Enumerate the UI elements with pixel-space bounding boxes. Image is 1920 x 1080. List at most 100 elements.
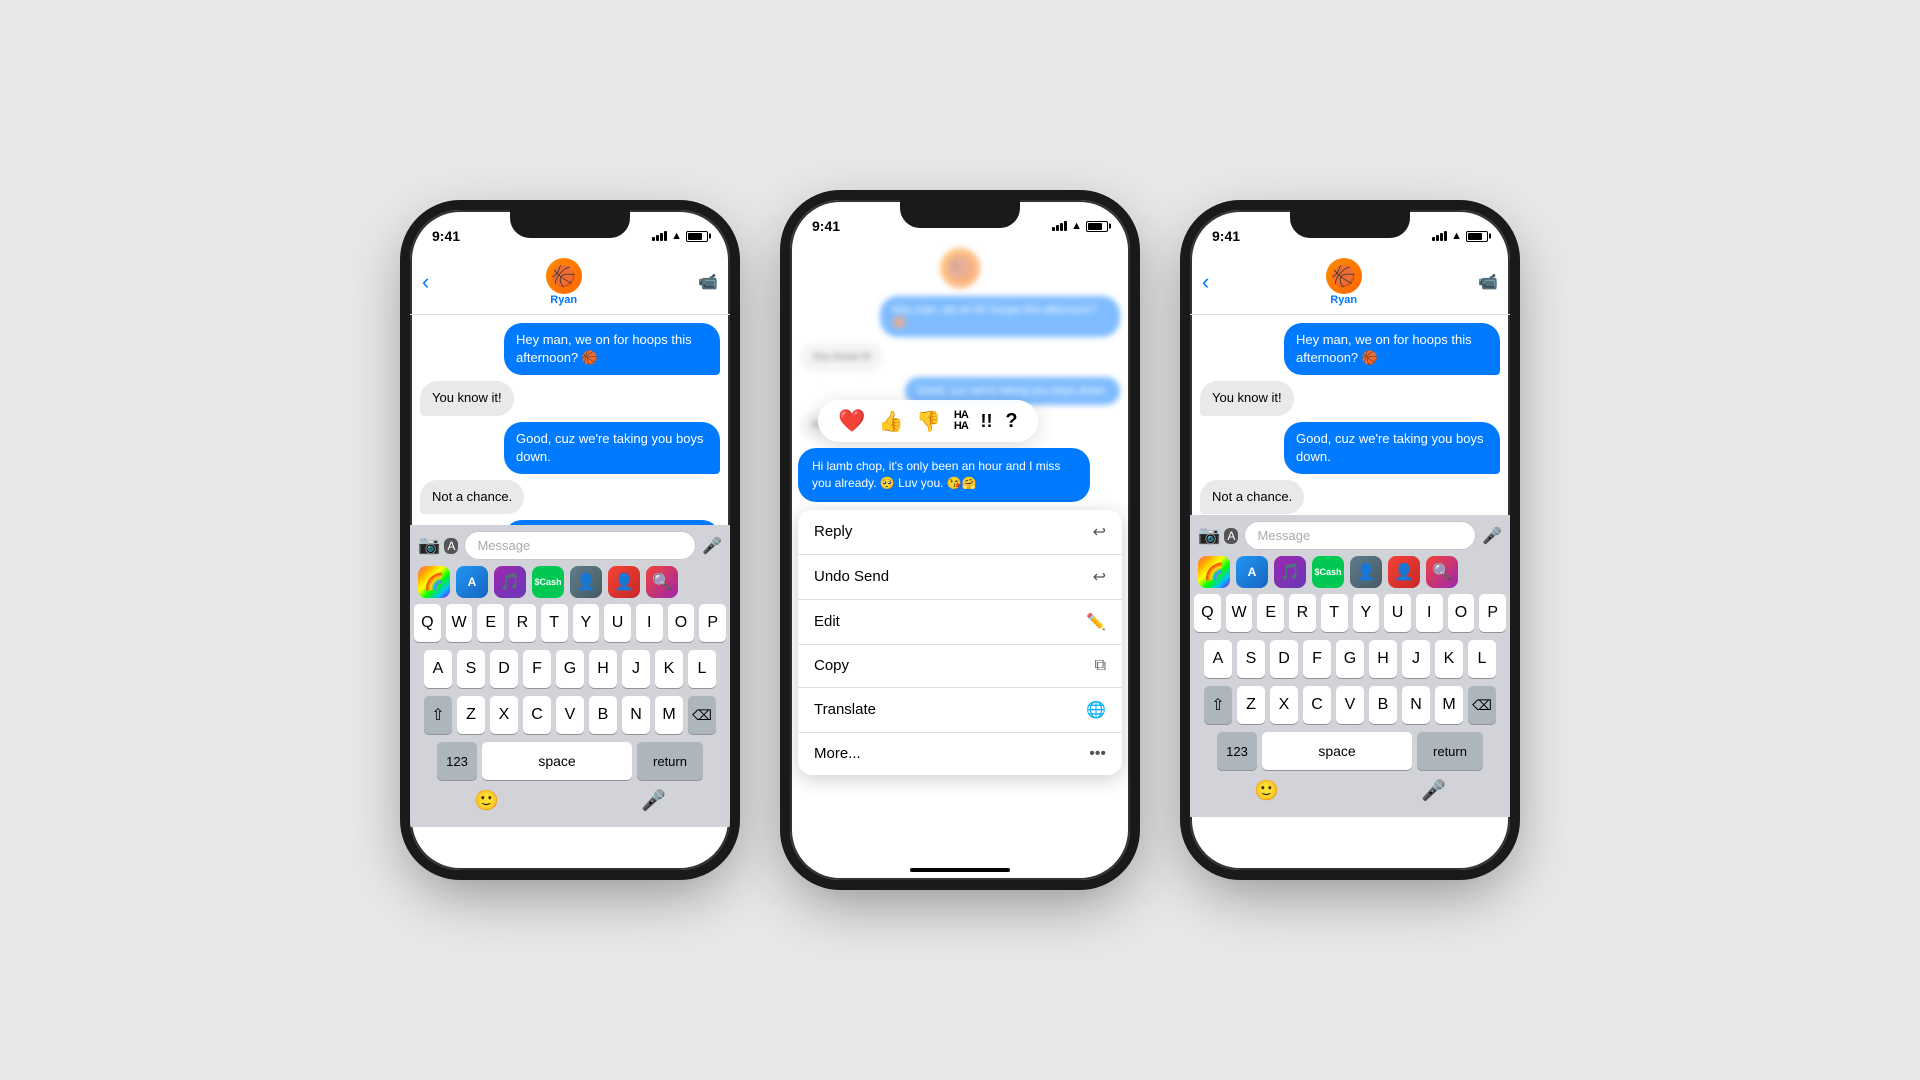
key-p-r[interactable]: P	[1479, 594, 1506, 632]
contact-name-right[interactable]: Ryan	[1330, 294, 1357, 306]
cash-icon-left[interactable]: $Cash	[532, 566, 564, 598]
key-v[interactable]: V	[556, 696, 584, 734]
emoji-icon-right[interactable]: 🙂	[1254, 778, 1279, 803]
key-space-right[interactable]: space	[1262, 732, 1412, 770]
key-del-left[interactable]: ⌫	[688, 696, 716, 734]
apps-icon-left[interactable]: A	[444, 538, 458, 554]
key-123-left[interactable]: 123	[437, 742, 477, 780]
key-s-r[interactable]: S	[1237, 640, 1265, 678]
mic-bottom-left[interactable]: 🎤	[641, 788, 666, 813]
key-y[interactable]: Y	[573, 604, 600, 642]
key-e-r[interactable]: E	[1257, 594, 1284, 632]
key-a-r[interactable]: A	[1204, 640, 1232, 678]
key-b-r[interactable]: B	[1369, 686, 1397, 724]
key-l-r[interactable]: L	[1468, 640, 1496, 678]
contact-icon-right[interactable]: 👤	[1350, 556, 1382, 588]
mic-icon-right[interactable]: 🎤	[1482, 526, 1502, 546]
key-m[interactable]: M	[655, 696, 683, 734]
key-n[interactable]: N	[622, 696, 650, 734]
audio-icon-left[interactable]: 🎵	[494, 566, 526, 598]
menu-item-undo[interactable]: Undo Send ↩	[798, 555, 1122, 600]
mic-bottom-right[interactable]: 🎤	[1421, 778, 1446, 803]
key-z-r[interactable]: Z	[1237, 686, 1265, 724]
key-i[interactable]: I	[636, 604, 663, 642]
key-b[interactable]: B	[589, 696, 617, 734]
mic-icon-left[interactable]: 🎤	[702, 536, 722, 556]
key-return-right[interactable]: return	[1417, 732, 1483, 770]
key-y-r[interactable]: Y	[1353, 594, 1380, 632]
key-s[interactable]: S	[457, 650, 485, 688]
key-m-r[interactable]: M	[1435, 686, 1463, 724]
key-123-right[interactable]: 123	[1217, 732, 1257, 770]
reaction-question[interactable]: ?	[1005, 410, 1017, 433]
key-q[interactable]: Q	[414, 604, 441, 642]
reaction-heart[interactable]: ❤️	[838, 408, 865, 434]
contact2-icon-left[interactable]: 👤	[608, 566, 640, 598]
apps-icon-right[interactable]: A	[1224, 528, 1238, 544]
key-j[interactable]: J	[622, 650, 650, 688]
camera-icon-right[interactable]: 📷	[1198, 525, 1220, 546]
emoji-icon-left[interactable]: 🙂	[474, 788, 499, 813]
audio-icon-right[interactable]: 🎵	[1274, 556, 1306, 588]
reaction-thumbsup[interactable]: 👍	[879, 409, 904, 434]
key-del-right[interactable]: ⌫	[1468, 686, 1496, 724]
video-button-left[interactable]: 📹	[698, 272, 718, 292]
contact-name-left[interactable]: Ryan	[550, 294, 577, 306]
key-z[interactable]: Z	[457, 696, 485, 734]
menu-item-copy[interactable]: Copy ⧉	[798, 645, 1122, 688]
key-u[interactable]: U	[604, 604, 631, 642]
key-f[interactable]: F	[523, 650, 551, 688]
key-j-r[interactable]: J	[1402, 640, 1430, 678]
key-w-r[interactable]: W	[1226, 594, 1253, 632]
key-p[interactable]: P	[699, 604, 726, 642]
key-w[interactable]: W	[446, 604, 473, 642]
appstore-icon-left[interactable]: A	[456, 566, 488, 598]
message-input-left[interactable]: Message	[464, 531, 696, 560]
key-v-r[interactable]: V	[1336, 686, 1364, 724]
key-r[interactable]: R	[509, 604, 536, 642]
key-a[interactable]: A	[424, 650, 452, 688]
reaction-exclaim[interactable]: !!	[981, 411, 993, 432]
key-x-r[interactable]: X	[1270, 686, 1298, 724]
menu-item-reply[interactable]: Reply ↩	[798, 510, 1122, 555]
menu-item-edit[interactable]: Edit ✏️	[798, 600, 1122, 645]
reaction-thumbsdown[interactable]: 👎	[916, 409, 941, 434]
key-n-r[interactable]: N	[1402, 686, 1430, 724]
key-t-r[interactable]: T	[1321, 594, 1348, 632]
key-q-r[interactable]: Q	[1194, 594, 1221, 632]
key-k-r[interactable]: K	[1435, 640, 1463, 678]
key-o[interactable]: O	[668, 604, 695, 642]
reaction-haha[interactable]: HAHA	[954, 410, 968, 432]
camera-icon-left[interactable]: 📷	[418, 535, 440, 556]
key-o-r[interactable]: O	[1448, 594, 1475, 632]
key-l[interactable]: L	[688, 650, 716, 688]
photos-icon-left[interactable]: 🌈	[418, 566, 450, 598]
video-button-right[interactable]: 📹	[1478, 272, 1498, 292]
key-c[interactable]: C	[523, 696, 551, 734]
key-c-r[interactable]: C	[1303, 686, 1331, 724]
key-x[interactable]: X	[490, 696, 518, 734]
back-button-right[interactable]: ‹	[1202, 269, 1209, 295]
appstore-icon-right[interactable]: A	[1236, 556, 1268, 588]
search-icon-left[interactable]: 🔍	[646, 566, 678, 598]
key-h-r[interactable]: H	[1369, 640, 1397, 678]
menu-item-more[interactable]: More... •••	[798, 733, 1122, 775]
key-shift-right[interactable]: ⇧	[1204, 686, 1232, 724]
key-k[interactable]: K	[655, 650, 683, 688]
key-h[interactable]: H	[589, 650, 617, 688]
key-e[interactable]: E	[477, 604, 504, 642]
key-g[interactable]: G	[556, 650, 584, 688]
contact-icon-left[interactable]: 👤	[570, 566, 602, 598]
key-d[interactable]: D	[490, 650, 518, 688]
key-u-r[interactable]: U	[1384, 594, 1411, 632]
key-t[interactable]: T	[541, 604, 568, 642]
key-space-left[interactable]: space	[482, 742, 632, 780]
key-g-r[interactable]: G	[1336, 640, 1364, 678]
cash-icon-right[interactable]: $Cash	[1312, 556, 1344, 588]
key-d-r[interactable]: D	[1270, 640, 1298, 678]
key-return-left[interactable]: return	[637, 742, 703, 780]
contact2-icon-right[interactable]: 👤	[1388, 556, 1420, 588]
menu-item-translate[interactable]: Translate 🌐	[798, 688, 1122, 733]
key-r-r[interactable]: R	[1289, 594, 1316, 632]
key-i-r[interactable]: I	[1416, 594, 1443, 632]
